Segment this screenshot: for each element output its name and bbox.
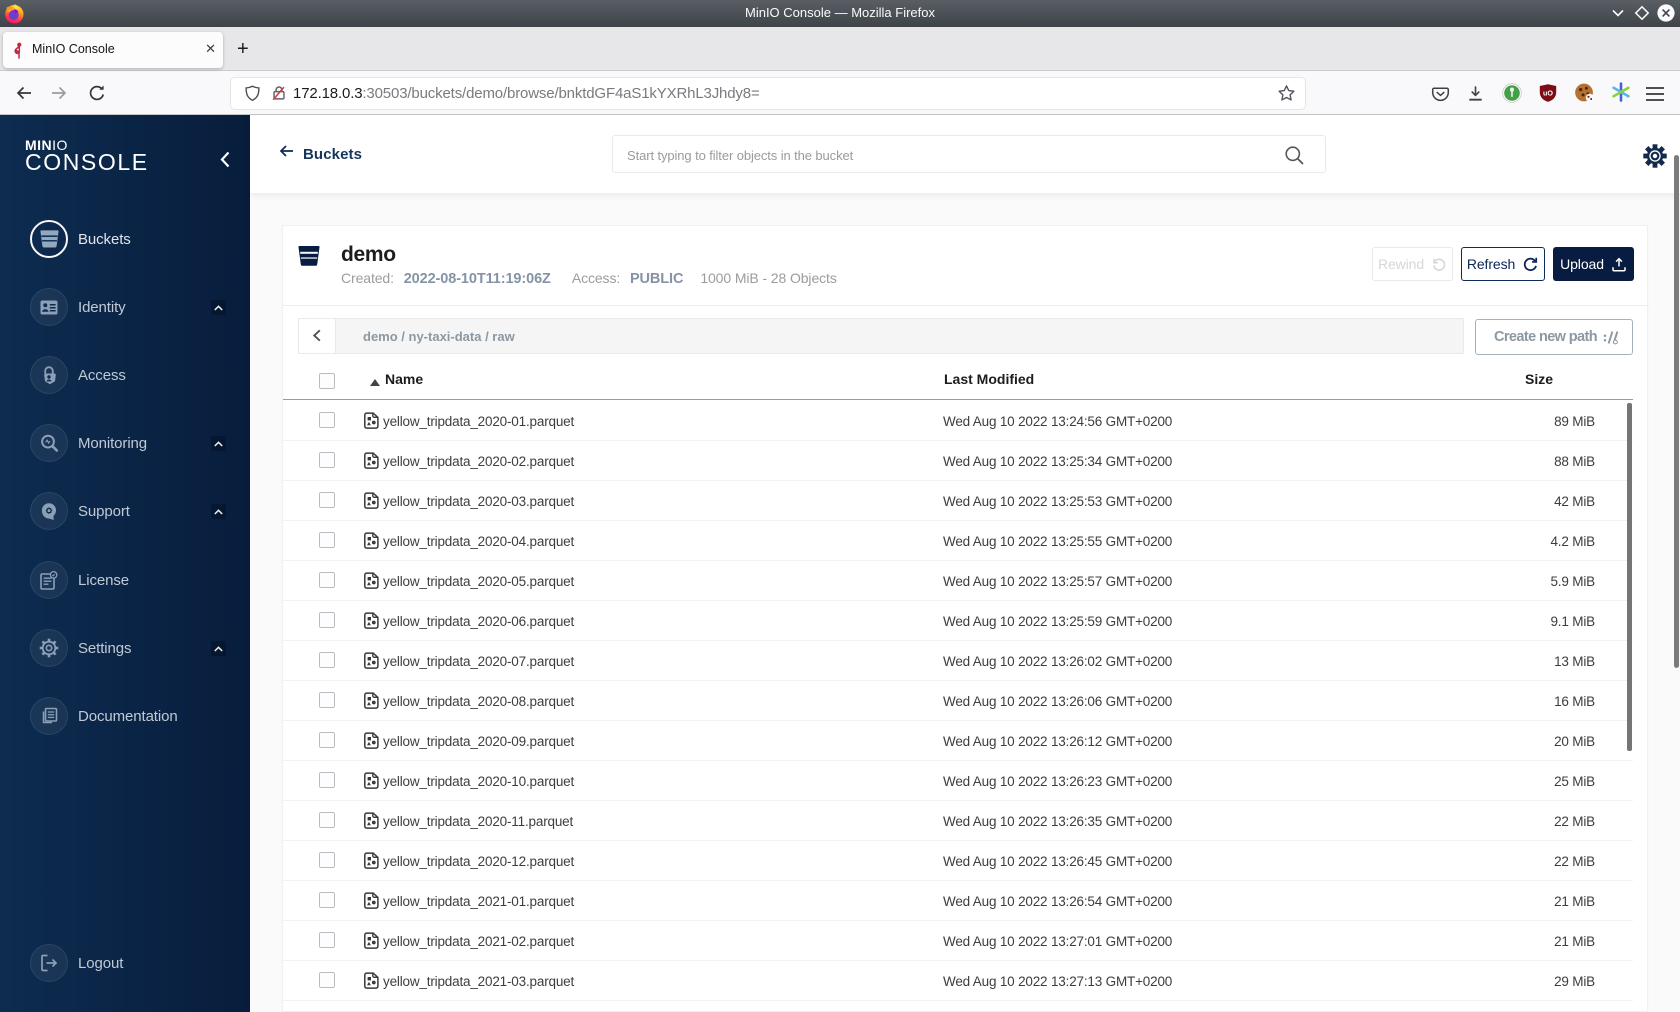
svg-text:uO: uO bbox=[1543, 88, 1553, 97]
